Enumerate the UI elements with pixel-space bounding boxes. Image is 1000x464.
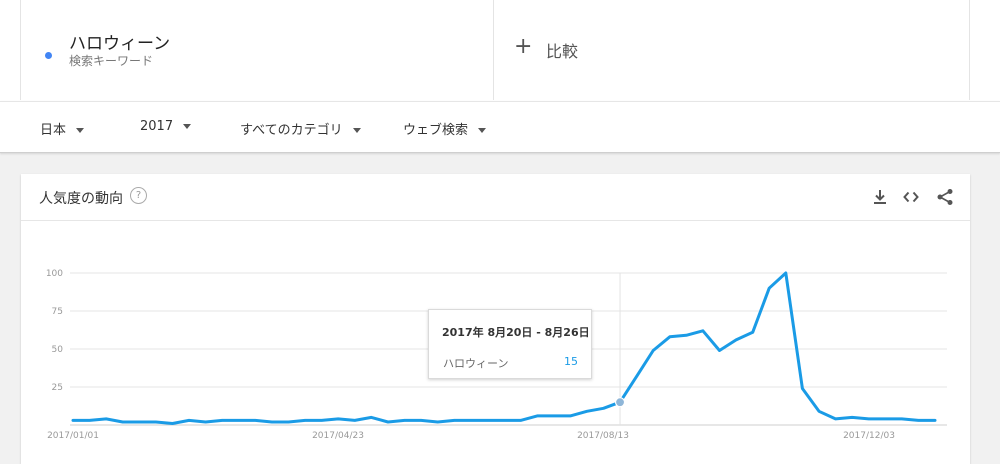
chart-tooltip: 2017年 8月20日 - 8月26日 ハロウィーン 15	[428, 309, 592, 379]
data-point	[221, 419, 224, 422]
data-point	[701, 329, 704, 332]
data-point	[818, 410, 821, 413]
x-tick-label: 2017/04/23	[312, 431, 364, 441]
interest-line-chart[interactable]: 100 75 50 25 2017/01/01 2017/04/23 2017/08/13 2…	[0, 0, 1000, 458]
data-point	[685, 334, 688, 337]
y-tick-label: 100	[46, 269, 63, 279]
data-point	[602, 407, 605, 410]
data-point	[72, 419, 75, 422]
highlighted-data-point	[614, 397, 626, 408]
data-point	[552, 414, 555, 417]
data-point	[188, 419, 191, 422]
y-tick-label: 25	[52, 383, 63, 393]
data-point	[436, 421, 439, 424]
x-tick-label: 2017/12/03	[843, 431, 895, 441]
data-point	[88, 419, 91, 422]
data-point	[453, 419, 456, 422]
data-point	[254, 419, 257, 422]
tooltip-value: 15	[564, 355, 578, 368]
data-point	[304, 419, 307, 422]
data-point	[900, 417, 903, 420]
y-tick-label: 75	[52, 307, 63, 317]
data-point	[204, 421, 207, 424]
data-point	[503, 419, 506, 422]
data-point	[934, 419, 937, 422]
tooltip-date-range: 2017年 8月20日 - 8月26日	[442, 326, 590, 339]
data-point	[171, 422, 174, 425]
data-point	[851, 416, 854, 419]
data-point	[121, 421, 124, 424]
data-point	[337, 417, 340, 420]
data-point	[469, 419, 472, 422]
data-point	[585, 410, 588, 413]
data-point	[154, 421, 157, 424]
data-point	[287, 421, 290, 424]
data-point	[387, 421, 390, 424]
data-point	[801, 387, 804, 390]
data-point	[569, 414, 572, 417]
data-point	[751, 331, 754, 334]
data-point	[370, 416, 373, 419]
data-point	[668, 335, 671, 338]
data-point	[784, 272, 787, 275]
data-point	[718, 349, 721, 352]
x-tick-label: 2017/01/01	[47, 431, 99, 441]
data-point	[320, 419, 323, 422]
data-point	[138, 421, 141, 424]
data-point	[867, 417, 870, 420]
data-point	[237, 419, 240, 422]
data-point	[834, 417, 837, 420]
data-point	[403, 419, 406, 422]
data-point	[884, 417, 887, 420]
data-point	[270, 421, 273, 424]
data-point	[353, 419, 356, 422]
data-point	[768, 287, 771, 290]
data-point	[635, 375, 638, 378]
data-point	[917, 419, 920, 422]
data-point	[735, 338, 738, 341]
y-tick-label: 50	[52, 345, 64, 355]
x-tick-label: 2017/08/13	[577, 431, 629, 441]
data-point	[536, 414, 539, 417]
data-point	[652, 349, 655, 352]
data-point	[486, 419, 489, 422]
data-point	[519, 419, 522, 422]
data-point	[105, 417, 108, 420]
tooltip-term: ハロウィーン	[443, 357, 509, 370]
data-point	[420, 419, 423, 422]
